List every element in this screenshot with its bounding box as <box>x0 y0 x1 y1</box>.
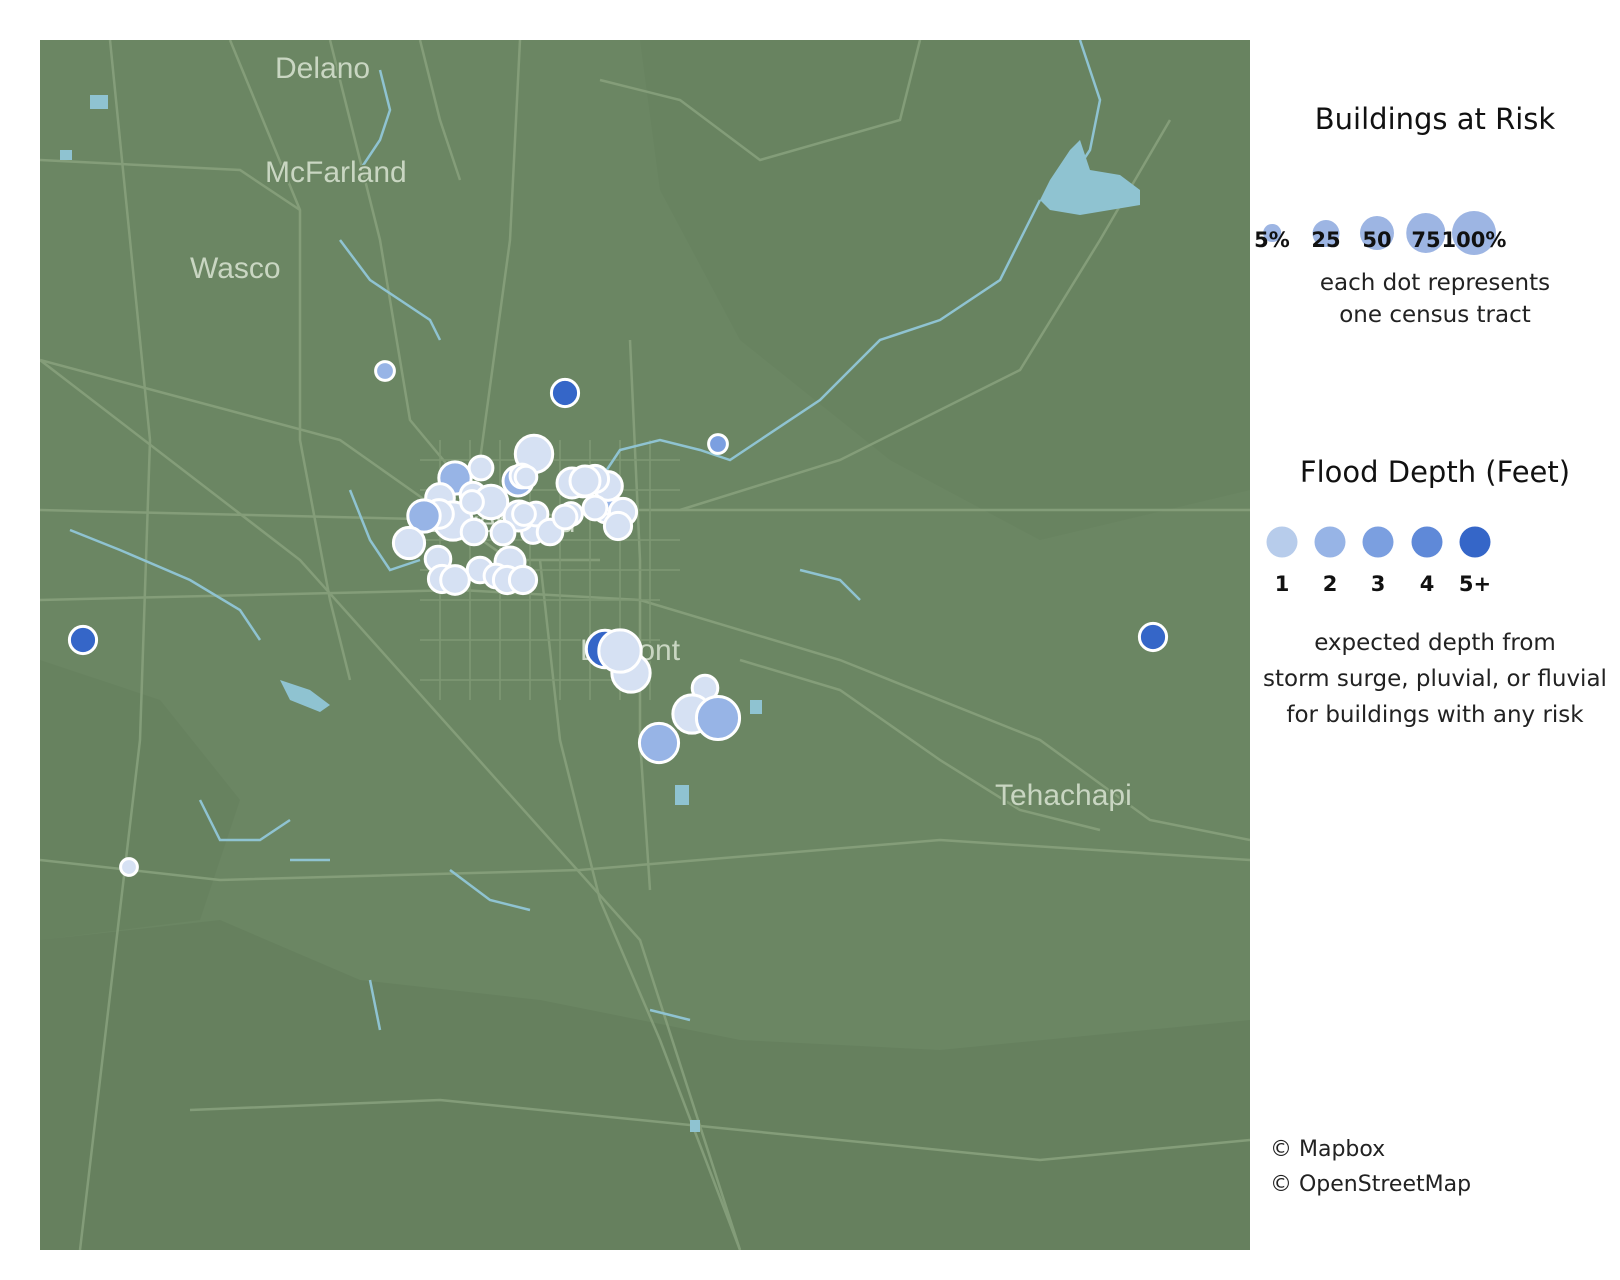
tract-dot[interactable] <box>439 564 471 596</box>
tract-dot[interactable] <box>1137 621 1169 653</box>
depth-swatch <box>1411 526 1443 558</box>
risk-size-label: 100% <box>1441 228 1507 252</box>
map-canvas[interactable]: Delano McFarland Wasco Bakersfield Lamon… <box>40 40 1250 1250</box>
risk-legend-title: Buildings at Risk <box>1314 102 1556 136</box>
tract-dot[interactable] <box>597 628 643 674</box>
depth-label: 5+ <box>1458 572 1492 596</box>
depth-note-line-1: expected depth from <box>1314 630 1556 656</box>
osm-attribution[interactable]: © OpenStreetMap <box>1270 1172 1471 1197</box>
depth-swatch <box>1314 526 1346 558</box>
depth-swatch <box>1362 526 1394 558</box>
tract-dot[interactable] <box>459 489 485 515</box>
depth-label: 3 <box>1370 572 1386 596</box>
city-label-delano: Delano <box>275 52 370 85</box>
tract-dot[interactable] <box>507 564 539 596</box>
tract-dot[interactable] <box>374 360 396 382</box>
risk-note-line-1: each dot represents <box>1319 270 1551 296</box>
tract-dot[interactable] <box>489 519 517 547</box>
tract-dot[interactable] <box>694 694 742 742</box>
tract-dot[interactable] <box>513 464 539 490</box>
legend-panel: Buildings at Risk 5% 25 50 75 100% each dot … <box>1250 40 1620 1250</box>
risk-size-label: 75 <box>1411 228 1441 252</box>
depth-legend-note: expected depth from storm surge, pluvial… <box>1250 625 1620 733</box>
tract-dot[interactable] <box>549 377 581 409</box>
tract-dot[interactable] <box>707 433 729 455</box>
mapbox-attribution[interactable]: © Mapbox <box>1270 1137 1385 1162</box>
city-label-tehachapi: Tehachapi <box>995 779 1132 812</box>
tract-dot[interactable] <box>602 510 634 542</box>
basemap: Delano McFarland Wasco Bakersfield Lamon… <box>40 40 1250 1250</box>
tract-dot[interactable] <box>391 525 427 561</box>
tract-dot[interactable] <box>459 517 489 547</box>
tract-dot[interactable] <box>637 721 681 765</box>
depth-label: 2 <box>1322 572 1338 596</box>
risk-size-label: 5% <box>1254 228 1290 252</box>
tract-dot[interactable] <box>568 464 602 498</box>
risk-size-label: 25 <box>1311 228 1341 252</box>
depth-swatch <box>1459 526 1491 558</box>
risk-note-line-2: one census tract <box>1339 302 1531 328</box>
risk-size-label: 50 <box>1362 228 1392 252</box>
tract-dot[interactable] <box>119 857 139 877</box>
city-label-wasco: Wasco <box>190 252 281 285</box>
depth-label: 1 <box>1274 572 1290 596</box>
depth-swatch <box>1266 526 1298 558</box>
depth-legend-title: Flood Depth (Feet) <box>1299 455 1571 489</box>
tract-dot[interactable] <box>467 454 495 482</box>
tract-dot[interactable] <box>551 503 579 531</box>
depth-label: 4 <box>1419 572 1435 596</box>
tract-dot[interactable] <box>511 501 537 527</box>
tract-dot[interactable] <box>67 624 99 656</box>
depth-note-line-2: storm surge, pluvial, or fluvial <box>1263 666 1607 692</box>
risk-legend-note: each dot represents one census tract <box>1250 265 1620 333</box>
city-label-mcfarland: McFarland <box>265 156 407 189</box>
depth-note-line-3: for buildings with any risk <box>1286 702 1584 728</box>
tract-dot[interactable] <box>581 494 609 522</box>
